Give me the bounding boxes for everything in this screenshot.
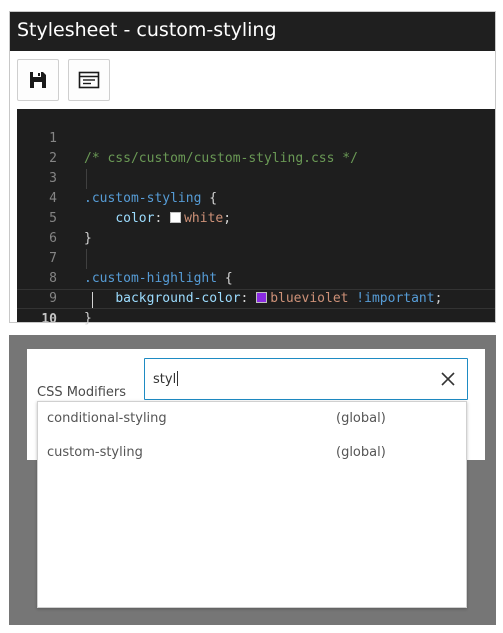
editor-toolbar [10, 51, 495, 109]
code-line: 2 [17, 129, 495, 166]
input-caret [177, 371, 179, 386]
css-modifiers-label: CSS Modifiers [37, 385, 127, 400]
suggestion-scope: (global) [336, 411, 386, 426]
css-modifier-search-input[interactable]: styl [144, 358, 468, 400]
css-modifiers-window: CSS Modifiers styl conditional-styling (… [9, 335, 496, 625]
suggestion-item[interactable]: conditional-styling (global) [38, 402, 466, 436]
snippet-icon [78, 71, 100, 89]
suggestion-name: custom-styling [47, 445, 143, 460]
editor-title: Stylesheet - custom-styling [10, 12, 495, 51]
stylesheet-editor-window: Stylesheet - custom-styling 1 /* css/cus… [9, 11, 496, 327]
current-code-line[interactable]: 10 [17, 289, 495, 327]
text-caret [92, 292, 93, 308]
suggestion-scope: (global) [336, 445, 386, 460]
code-line: 8 background-color: blueviolet !importan… [17, 249, 495, 306]
code-line: 9 } [17, 269, 495, 326]
suggestion-dropdown: conditional-styling (global) custom-styl… [37, 401, 467, 608]
code-line: 1 /* css/custom/custom-styling.css */ [17, 109, 495, 166]
suggestion-name: conditional-styling [47, 411, 167, 426]
code-editor[interactable]: 1 /* css/custom/custom-styling.css */ 2 … [17, 109, 495, 327]
code-line: 6 [17, 209, 495, 246]
code-line: 3 .custom-styling { [17, 149, 495, 206]
clear-icon[interactable] [439, 370, 457, 388]
search-value-text: styl [153, 372, 177, 387]
code-line: 5 } [17, 189, 495, 246]
suggestion-item[interactable]: custom-styling (global) [38, 436, 466, 470]
search-input-value: styl [153, 371, 179, 387]
line-number: 10 [41, 312, 57, 327]
close-brace: } [84, 311, 92, 326]
code-line: 4 color: white; [17, 169, 495, 226]
snippet-button[interactable] [68, 59, 110, 101]
floppy-disk-icon [30, 72, 46, 88]
save-button[interactable] [17, 59, 59, 101]
code-line: 7 .custom-highlight { [17, 229, 495, 286]
